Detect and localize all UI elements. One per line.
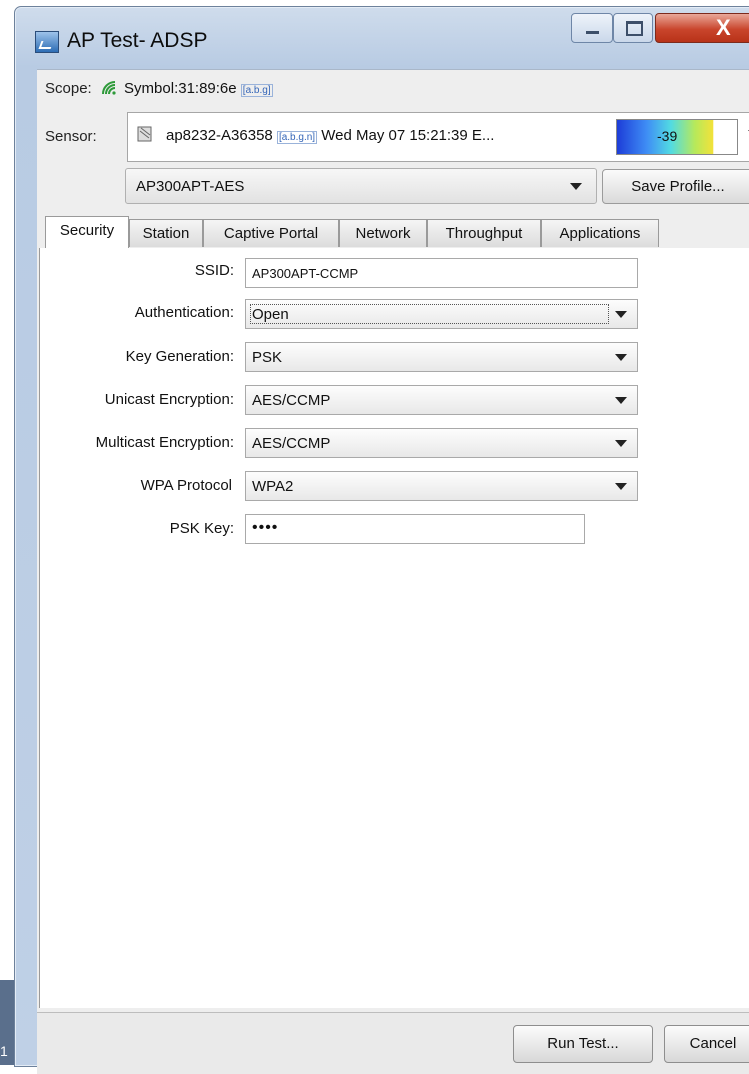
tab-throughput[interactable]: Throughput	[427, 219, 541, 247]
wpa-protocol-select[interactable]: WPA2	[245, 471, 638, 501]
key-generation-value: PSK	[252, 349, 283, 366]
tab-captive-portal[interactable]: Captive Portal	[203, 219, 339, 247]
chevron-down-icon	[570, 183, 582, 190]
run-test-button[interactable]: Run Test...	[513, 1025, 653, 1063]
wpa-protocol-label: WPA Protocol	[140, 477, 232, 494]
scope-row: Scope: Symbol:31:89:6e [a.b.g]	[45, 80, 273, 97]
unicast-encryption-label: Unicast Encryption:	[104, 391, 234, 408]
sensor-label: Sensor:	[45, 128, 97, 145]
focus-ring	[250, 304, 609, 324]
unicast-encryption-value: AES/CCMP	[252, 392, 331, 409]
profile-value: AP300APT-AES	[136, 178, 245, 195]
chevron-down-icon	[615, 440, 627, 447]
ssid-field[interactable]: AP300APT-CCMP	[245, 258, 638, 288]
scope-label: Scope:	[45, 80, 92, 97]
multicast-encryption-label: Multicast Encryption:	[95, 434, 234, 451]
sensor-tag: [a.b.g.n]	[276, 131, 318, 144]
unicast-encryption-select[interactable]: AES/CCMP	[245, 385, 638, 415]
sensor-select[interactable]: ap8232-A36358 [a.b.g.n] Wed May 07 15:21…	[127, 112, 749, 162]
close-button[interactable]: X	[655, 13, 749, 43]
tab-applications[interactable]: Applications	[541, 219, 659, 247]
tab-network[interactable]: Network	[339, 219, 427, 247]
ssid-value: AP300APT-CCMP	[252, 266, 359, 281]
tab-station[interactable]: Station	[129, 219, 203, 247]
multicast-encryption-value: AES/CCMP	[252, 435, 331, 452]
save-profile-button[interactable]: Save Profile...	[602, 169, 749, 204]
chevron-down-icon	[615, 311, 627, 318]
signal-value: -39	[657, 128, 678, 144]
profile-select[interactable]: AP300APT-AES	[125, 168, 597, 204]
scope-value: Symbol:31:89:6e	[124, 80, 237, 97]
scope-tag: [a.b.g]	[240, 84, 273, 97]
dialog-content: Scope: Symbol:31:89:6e [a.b.g] Sensor: a…	[37, 69, 749, 1074]
dialog-window: AP Test- ADSP X Scope: Symbol:31:89:6e […	[14, 6, 749, 1074]
tab-bar: Security Station Captive Portal Network …	[39, 216, 749, 249]
authentication-label: Authentication:	[134, 304, 234, 321]
multicast-encryption-select[interactable]: AES/CCMP	[245, 428, 638, 458]
taskbar-fragment: 1	[0, 1043, 8, 1059]
title-bar[interactable]: AP Test- ADSP X	[15, 7, 749, 65]
key-generation-label: Key Generation:	[125, 348, 234, 365]
key-generation-select[interactable]: PSK	[245, 342, 638, 372]
minimize-button[interactable]	[571, 13, 613, 43]
sensor-timestamp: Wed May 07 15:21:39 E...	[321, 127, 495, 144]
psk-key-field[interactable]: ••••	[245, 514, 585, 544]
tab-security[interactable]: Security	[45, 216, 129, 249]
cancel-button[interactable]: Cancel	[664, 1025, 749, 1063]
wifi-signal-icon	[101, 81, 116, 95]
authentication-select[interactable]: Open	[245, 299, 638, 329]
psk-key-value: ••••	[252, 519, 279, 536]
chevron-down-icon	[615, 483, 627, 490]
authentication-value: Open	[252, 306, 289, 323]
chevron-down-icon	[615, 397, 627, 404]
security-panel: SSID: AP300APT-CCMP Authentication: Open…	[39, 248, 749, 1008]
sensor-name: ap8232-A36358	[166, 127, 273, 144]
close-icon: X	[716, 15, 731, 40]
sensor-text: ap8232-A36358 [a.b.g.n] Wed May 07 15:21…	[166, 127, 494, 144]
psk-key-label: PSK Key:	[169, 520, 234, 537]
app-icon	[35, 31, 59, 53]
sensor-device-icon	[137, 126, 152, 142]
signal-strength-bar: -39	[616, 119, 738, 155]
wpa-protocol-value: WPA2	[252, 478, 294, 495]
window-title: AP Test- ADSP	[67, 29, 208, 52]
maximize-button[interactable]	[613, 13, 653, 43]
ssid-label: SSID:	[194, 262, 234, 279]
chevron-down-icon	[615, 354, 627, 361]
background-window-strip: 1	[0, 980, 14, 1065]
